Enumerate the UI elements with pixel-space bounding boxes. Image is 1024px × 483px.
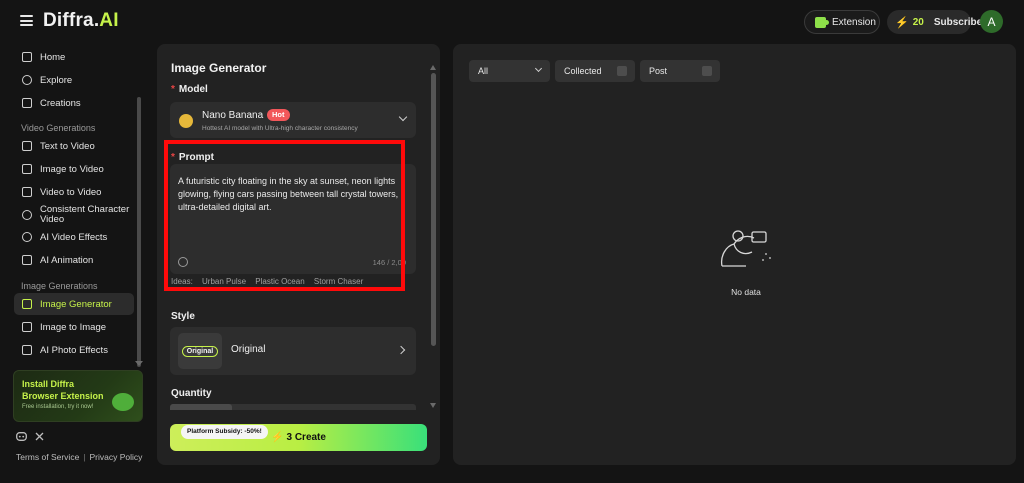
bolt-icon: ⚡ <box>895 16 909 29</box>
scroll-down-arrow-icon[interactable] <box>135 361 143 366</box>
extension-label: Extension <box>832 16 876 28</box>
top-header: Diffra.AI Extension ⚡ 20 Subscribe A <box>0 0 1024 44</box>
generator-panel: Image Generator * Model Nano Banana Hot H… <box>157 44 440 465</box>
section-image-generations: Image Generations <box>21 281 98 291</box>
credit-count: 20 <box>912 16 924 28</box>
sidebar-item-image-generator[interactable]: Image Generator <box>14 293 134 315</box>
chevron-right-icon <box>396 345 406 355</box>
scroll-down-arrow-icon[interactable] <box>430 403 436 408</box>
sidebar-item-video-to-video[interactable]: Video to Video <box>14 181 134 203</box>
puzzle-icon <box>815 16 829 28</box>
style-name: Original <box>231 344 266 355</box>
image-icon <box>22 299 32 309</box>
terms-link[interactable]: Terms of Service <box>16 452 79 462</box>
sidebar-item-image-to-image[interactable]: Image to Image <box>14 316 134 338</box>
sidebar-item-consistent-character-video[interactable]: Consistent Character Video <box>14 202 134 228</box>
platform-subsidy-badge: Platform Subsidy: -50%! <box>181 425 268 439</box>
sparkle-icon <box>22 232 32 242</box>
model-description: Hottest AI model with Ultra-high charact… <box>202 125 358 132</box>
privacy-link[interactable]: Privacy Policy <box>90 452 143 462</box>
empty-state-icon <box>720 230 771 267</box>
x-icon[interactable] <box>35 432 44 444</box>
avatar[interactable]: A <box>980 10 1003 33</box>
filter-collected[interactable]: Collected <box>555 60 635 82</box>
sidebar-item-ai-photo-effects[interactable]: AI Photo Effects <box>14 339 134 361</box>
home-icon <box>22 52 32 62</box>
banana-icon <box>179 114 193 128</box>
model-name: Nano Banana <box>202 110 264 121</box>
idea-chip[interactable]: Storm Chaser <box>314 277 363 286</box>
sidebar-item-explore[interactable]: Explore <box>14 69 134 91</box>
empty-state-text: No data <box>731 287 761 297</box>
idea-chip[interactable]: Plastic Ocean <box>255 277 304 286</box>
image-swap-icon <box>22 322 32 332</box>
sidebar-item-ai-video-effects[interactable]: AI Video Effects <box>14 226 134 248</box>
filter-post[interactable]: Post <box>640 60 720 82</box>
sidebar-item-creations[interactable]: Creations <box>14 92 134 114</box>
credits-subscribe-button[interactable]: ⚡ 20 Subscribe <box>887 10 982 34</box>
checkbox[interactable] <box>617 66 627 76</box>
prompt-label: * Prompt <box>171 152 214 163</box>
ideas-label: Ideas: <box>171 277 193 286</box>
compass-icon <box>22 75 32 85</box>
footer-links: Terms of Service | Privacy Policy <box>16 452 142 462</box>
section-video-generations: Video Generations <box>21 123 96 133</box>
photo-effects-icon <box>22 345 32 355</box>
clear-prompt-icon[interactable] <box>178 257 188 267</box>
panel-scrollbar[interactable] <box>431 73 436 346</box>
image-video-icon <box>22 164 32 174</box>
sidebar-scrollbar[interactable] <box>137 97 141 367</box>
menu-icon[interactable] <box>20 15 33 26</box>
video-icon <box>22 187 32 197</box>
model-select[interactable]: Nano Banana Hot Hottest AI model with Ul… <box>170 102 416 138</box>
sidebar-item-ai-animation[interactable]: AI Animation <box>14 249 134 271</box>
sidebar-item-home[interactable]: Home <box>14 46 134 68</box>
text-video-icon <box>22 141 32 151</box>
quantity-label: Quantity <box>171 388 212 399</box>
prompt-ideas: Ideas: Urban Pulse Plastic Ocean Storm C… <box>171 277 370 286</box>
promo-subtitle: Free installation, try it now! <box>22 404 94 410</box>
style-label: Style <box>171 311 195 322</box>
chevron-down-icon <box>534 64 543 73</box>
grid-icon <box>22 98 32 108</box>
chevron-down-icon <box>398 112 408 122</box>
animation-icon <box>22 255 32 265</box>
page-title: Image Generator <box>171 61 267 75</box>
footer-separator: | <box>83 452 86 462</box>
prompt-text[interactable]: A futuristic city floating in the sky at… <box>178 175 403 214</box>
model-label: * Model <box>171 84 208 95</box>
sidebar-item-image-to-video[interactable]: Image to Video <box>14 158 134 180</box>
promo-illustration <box>112 393 134 411</box>
discord-icon[interactable] <box>16 432 27 444</box>
sidebar-item-text-to-video[interactable]: Text to Video <box>14 135 134 157</box>
hot-badge: Hot <box>267 109 290 121</box>
idea-chip[interactable]: Urban Pulse <box>202 277 246 286</box>
character-icon <box>22 210 32 220</box>
style-select[interactable]: Original Original <box>170 327 416 375</box>
promo-title: Install Diffra Browser Extension <box>22 379 104 401</box>
bolt-icon: ⚡ <box>271 432 284 443</box>
filter-all-dropdown[interactable]: All <box>469 60 550 82</box>
checkbox[interactable] <box>702 66 712 76</box>
char-count: 146 / 2,00 <box>372 258 406 267</box>
scroll-up-arrow-icon[interactable] <box>430 65 436 70</box>
prompt-input[interactable]: A futuristic city floating in the sky at… <box>170 164 416 274</box>
subscribe-label: Subscribe <box>933 16 983 28</box>
quantity-selector[interactable] <box>170 404 416 410</box>
install-extension-promo[interactable]: Install Diffra Browser Extension Free in… <box>13 370 143 422</box>
style-thumbnail: Original <box>178 333 222 369</box>
extension-button[interactable]: Extension <box>804 10 880 34</box>
logo[interactable]: Diffra.AI <box>43 10 119 32</box>
